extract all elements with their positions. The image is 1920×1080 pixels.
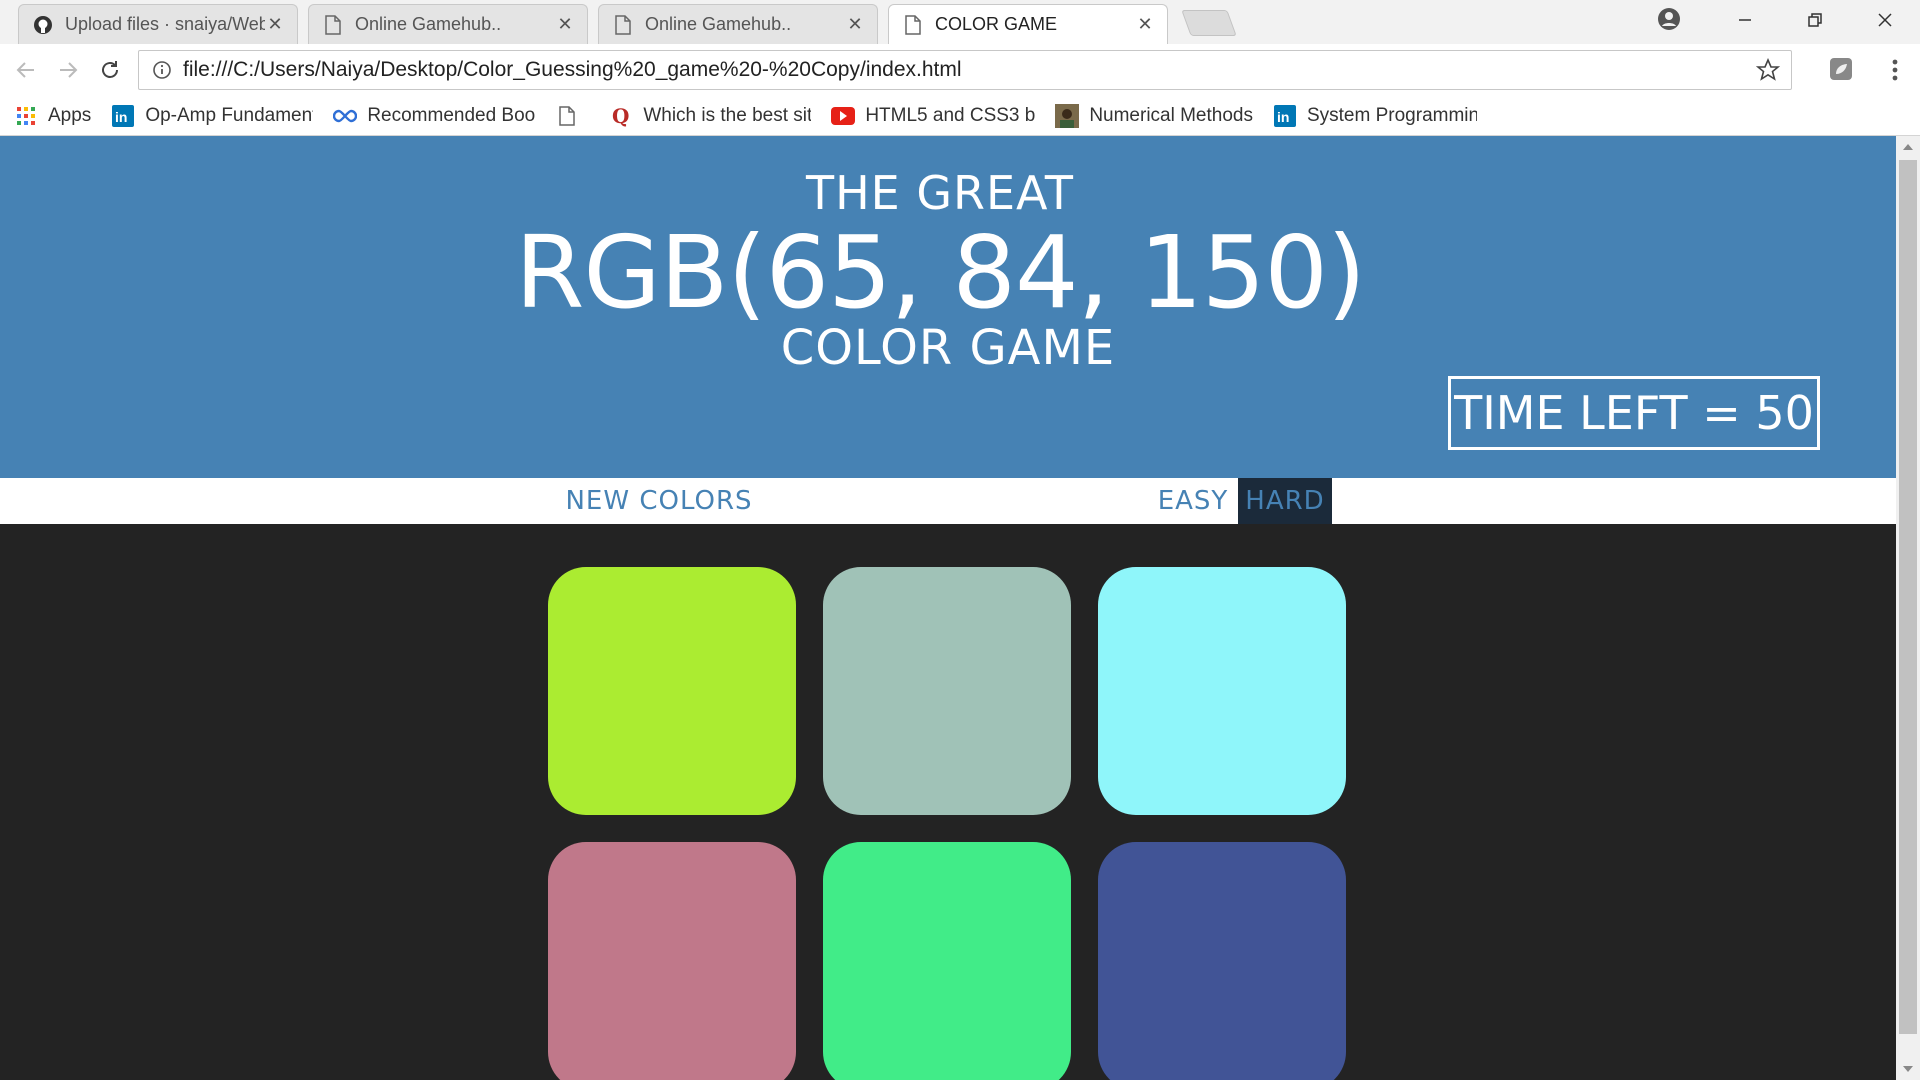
color-square[interactable] <box>1098 567 1346 815</box>
bookmark-label: System Programming <box>1306 104 1477 126</box>
back-arrow-icon[interactable] <box>10 54 42 86</box>
apps-grid-icon <box>14 104 38 128</box>
scroll-up-arrow-icon[interactable] <box>1896 136 1920 158</box>
svg-text:in: in <box>115 109 127 125</box>
bookmark-recommended-books[interactable]: Recommended Books <box>333 100 535 132</box>
bookmark-label: Recommended Books <box>367 104 536 126</box>
title-top: THE GREAT <box>805 166 1075 220</box>
quora-icon: Q <box>609 104 633 128</box>
bookmark-html5-css3[interactable]: HTML5 and CSS3 beg <box>831 100 1035 132</box>
thumbnail-icon <box>1055 103 1080 128</box>
tab-title: Online Gamehub.. <box>645 14 792 34</box>
svg-text:in: in <box>1277 109 1289 125</box>
color-square[interactable] <box>823 842 1071 1080</box>
address-bar[interactable]: file:///C:/Users/Naiya/Desktop/Color_Gue… <box>138 50 1792 90</box>
tab-strip: Upload files · snaiya/Web ✕ Online Gameh… <box>0 0 1920 44</box>
easy-mode-button[interactable]: EASY <box>1148 478 1238 524</box>
color-square[interactable] <box>548 567 796 815</box>
tab-color-game[interactable]: COLOR GAME ✕ <box>888 4 1168 44</box>
hard-mode-button[interactable]: HARD <box>1238 478 1332 524</box>
new-colors-button[interactable]: NEW COLORS <box>562 478 756 524</box>
browser-toolbar: file:///C:/Users/Naiya/Desktop/Color_Gue… <box>0 44 1920 96</box>
bookmark-label: Which is the best site <box>643 104 812 126</box>
minimize-icon[interactable] <box>1710 0 1780 40</box>
color-square[interactable] <box>823 567 1071 815</box>
close-icon[interactable]: ✕ <box>555 14 575 35</box>
game-header: THE GREAT RGB(65, 84, 150) COLOR GAME TI… <box>0 136 1896 478</box>
youtube-icon <box>831 104 856 128</box>
tab-online-gamehub-2[interactable]: Online Gamehub.. ✕ <box>598 4 878 44</box>
bookmark-apps[interactable]: Apps <box>14 100 91 132</box>
infinity-icon <box>333 104 358 128</box>
reload-icon[interactable] <box>94 54 126 86</box>
new-tab-button[interactable] <box>1181 10 1237 36</box>
extension-icon[interactable] <box>1828 56 1858 86</box>
url-text: file:///C:/Users/Naiya/Desktop/Color_Gue… <box>183 58 962 81</box>
title-bottom: COLOR GAME <box>780 320 1116 376</box>
bookmarks-bar: Apps in Op-Amp Fundamenta Recommended Bo… <box>0 96 1920 136</box>
bookmark-page[interactable] <box>555 100 589 132</box>
bookmark-star-icon[interactable] <box>1753 55 1783 85</box>
tab-online-gamehub-1[interactable]: Online Gamehub.. ✕ <box>308 4 588 44</box>
svg-text:Q: Q <box>612 105 629 127</box>
forward-arrow-icon[interactable] <box>52 54 84 86</box>
bookmark-label: Numerical Methods <box>1089 104 1253 126</box>
bookmark-label: Apps <box>48 104 92 126</box>
tab-upload-files[interactable]: Upload files · snaiya/Web ✕ <box>18 4 298 44</box>
time-left-display: TIME LEFT = 50 <box>1448 376 1820 450</box>
color-square[interactable] <box>1098 842 1346 1080</box>
restore-icon[interactable] <box>1780 0 1850 40</box>
color-square[interactable] <box>548 842 796 1080</box>
bookmark-label: HTML5 and CSS3 beg <box>865 104 1036 126</box>
tab-title: Online Gamehub.. <box>355 14 502 34</box>
menu-dots-icon[interactable] <box>1880 54 1910 86</box>
window-controls <box>1710 0 1920 40</box>
close-icon[interactable]: ✕ <box>1135 14 1155 35</box>
control-stripe: NEW COLORS EASY HARD <box>0 478 1896 524</box>
close-icon[interactable]: ✕ <box>265 14 285 35</box>
info-icon[interactable] <box>147 55 177 85</box>
profile-icon[interactable] <box>1656 6 1682 32</box>
github-icon <box>33 15 53 35</box>
scroll-down-arrow-icon[interactable] <box>1896 1058 1920 1080</box>
tab-title: Upload files · snaiya/Web <box>65 14 265 34</box>
vertical-scrollbar[interactable] <box>1896 136 1920 1080</box>
close-icon[interactable]: ✕ <box>845 14 865 35</box>
scrollbar-thumb[interactable] <box>1899 160 1917 1034</box>
browser-chrome: Upload files · snaiya/Web ✕ Online Gameh… <box>0 0 1920 136</box>
game-page: THE GREAT RGB(65, 84, 150) COLOR GAME TI… <box>0 136 1896 1080</box>
page-icon <box>555 104 579 128</box>
rgb-display: RGB(65, 84, 150) <box>514 214 1366 331</box>
tab-title: COLOR GAME <box>935 14 1058 34</box>
linkedin-icon: in <box>1273 104 1297 128</box>
bookmark-label: Op-Amp Fundamenta <box>145 104 314 126</box>
page-icon <box>613 14 633 35</box>
linkedin-icon: in <box>111 104 135 128</box>
bookmark-system-programming[interactable]: in System Programming <box>1273 100 1477 132</box>
bookmark-numerical-methods[interactable]: Numerical Methods <box>1055 100 1253 132</box>
page-icon <box>903 14 923 35</box>
close-window-icon[interactable] <box>1850 0 1920 40</box>
page-icon <box>323 14 343 35</box>
bookmark-quora[interactable]: Q Which is the best site <box>609 100 811 132</box>
bookmark-op-amp[interactable]: in Op-Amp Fundamenta <box>111 100 313 132</box>
